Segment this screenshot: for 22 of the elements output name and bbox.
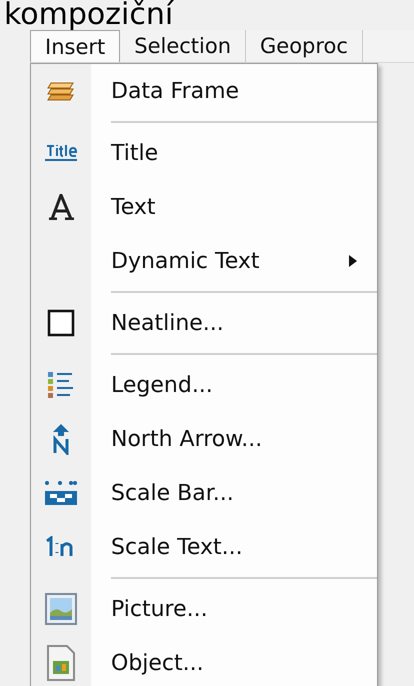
title-icon [44, 143, 78, 163]
menu-item[interactable]: Object... [31, 636, 377, 686]
menu-item[interactable]: Neatline... [31, 296, 377, 350]
menu-item[interactable]: Legend... [31, 358, 377, 412]
menu-item[interactable]: Dynamic Text [31, 234, 377, 288]
scale-bar-icon [44, 479, 78, 507]
menu-item[interactable]: North Arrow... [31, 412, 377, 466]
menu-item[interactable]: Text [31, 180, 377, 234]
menu-item[interactable]: Title [31, 126, 377, 180]
serif-letter-icon [47, 194, 75, 220]
legend-list-icon [47, 370, 75, 400]
menu-tab[interactable]: Selection [120, 30, 246, 62]
menu-item[interactable]: Picture... [31, 582, 377, 636]
menu-tab[interactable]: Insert [30, 30, 120, 62]
landscape-picture-icon [45, 593, 77, 625]
document-object-icon [46, 645, 76, 681]
menu-tab[interactable]: Geoproc [246, 30, 363, 62]
menu-item[interactable]: Scale Bar... [31, 466, 377, 520]
caption-text: kompoziční [3, 0, 175, 30]
menu-item[interactable]: Scale Text... [31, 520, 377, 574]
menu-item[interactable]: Data Frame [31, 64, 377, 118]
square-outline-icon [47, 309, 75, 337]
